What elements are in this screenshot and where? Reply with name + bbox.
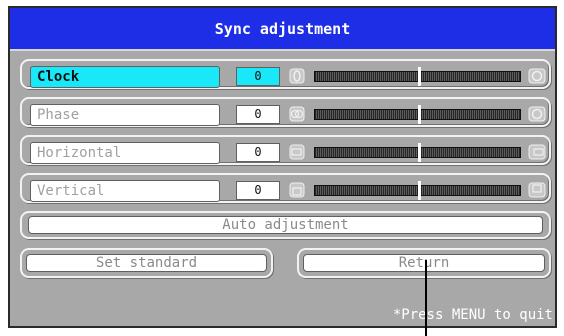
slider-center-mark	[418, 67, 421, 86]
horizontal-label[interactable]: Horizontal	[30, 142, 220, 164]
vertical-shift-icon	[289, 182, 305, 198]
callout-line	[425, 260, 427, 336]
phase-slider[interactable]	[314, 105, 521, 124]
horizontal-slider[interactable]	[314, 143, 521, 162]
clock-label[interactable]: Clock	[30, 66, 220, 88]
set-standard-button[interactable]: Set standard	[20, 248, 273, 278]
set-standard-label: Set standard	[26, 254, 267, 272]
auto-adjustment-button[interactable]: Auto adjustment	[20, 211, 551, 239]
horizontal-shift-right-icon	[528, 144, 546, 160]
return-button[interactable]: Return	[297, 248, 551, 278]
vertical-value: 0	[236, 181, 280, 200]
circle-fine-icon	[528, 106, 546, 122]
phase-label[interactable]: Phase	[30, 104, 220, 126]
circle-fine-icon	[528, 68, 546, 84]
footer-note: *Press MENU to quit	[392, 307, 553, 323]
circle-coarse-icon	[289, 68, 305, 84]
horizontal-shift-icon	[289, 144, 305, 160]
row-phase[interactable]: Phase 0	[20, 97, 551, 127]
row-clock[interactable]: Clock 0	[20, 59, 551, 89]
clock-value: 0	[236, 67, 280, 86]
slider-center-mark	[418, 105, 421, 124]
osd-menu: Sync adjustment Clock 0 Phase 0 Horizont	[8, 6, 557, 328]
double-circle-icon	[289, 106, 305, 122]
vertical-shift-up-icon	[528, 182, 546, 198]
horizontal-value: 0	[236, 143, 280, 162]
return-label: Return	[303, 254, 545, 272]
phase-value: 0	[236, 105, 280, 124]
row-horizontal[interactable]: Horizontal 0	[20, 135, 551, 165]
auto-adjustment-label: Auto adjustment	[28, 216, 543, 234]
slider-center-mark	[418, 181, 421, 200]
vertical-slider[interactable]	[314, 181, 521, 200]
row-vertical[interactable]: Vertical 0	[20, 173, 551, 203]
menu-title: Sync adjustment	[10, 8, 555, 51]
clock-slider[interactable]	[314, 67, 521, 86]
vertical-label[interactable]: Vertical	[30, 180, 220, 202]
slider-center-mark	[418, 143, 421, 162]
